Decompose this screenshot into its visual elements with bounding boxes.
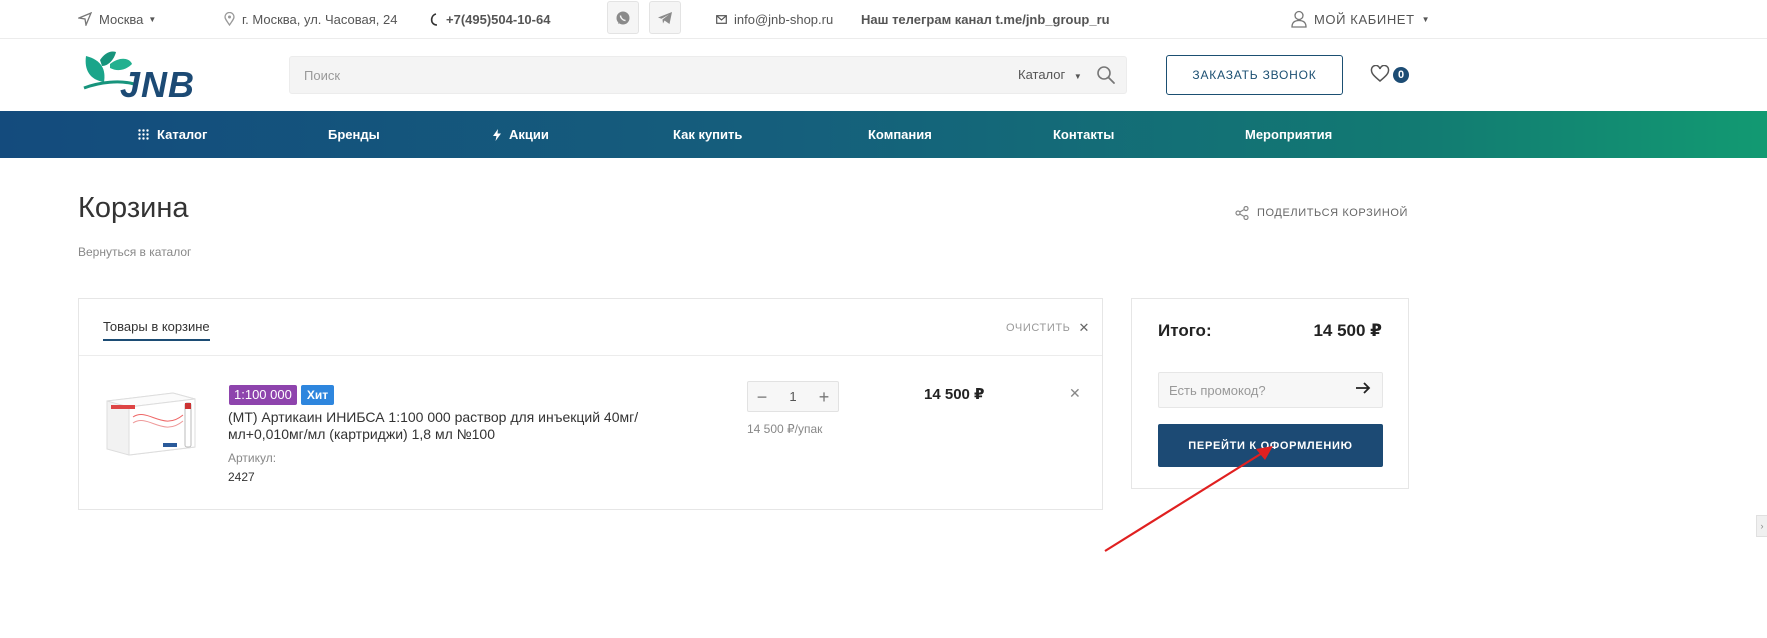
back-to-catalog-link[interactable]: Вернуться в каталог <box>78 245 191 259</box>
whatsapp-button[interactable] <box>607 1 639 34</box>
phone-link[interactable]: +7(495)504-10-64 <box>430 0 550 38</box>
nav-item-label: Как купить <box>673 127 743 142</box>
article-label: Артикул: <box>228 451 277 465</box>
red-arrow-icon <box>1104 446 1273 552</box>
phone-icon <box>430 12 438 26</box>
cart-items-panel: Товары в корзине ОЧИСТИТЬ ✕ 1:100 000 Хи… <box>78 298 1103 510</box>
whatsapp-icon <box>616 11 630 24</box>
apply-promo-button[interactable] <box>1355 381 1371 400</box>
nav-item-how-to-buy[interactable]: Как купить <box>673 111 742 158</box>
search-icon <box>1097 66 1115 84</box>
search-bar: Каталог ▼ <box>289 56 1127 94</box>
caret-down-icon: ▼ <box>1421 14 1431 24</box>
favorites-button[interactable]: 0 <box>1370 64 1410 87</box>
grid-dots-icon <box>138 129 149 140</box>
order-call-label: ЗАКАЗАТЬ ЗВОНОК <box>1192 68 1317 82</box>
user-icon <box>1291 10 1307 28</box>
nav-item-label: Каталог <box>157 127 208 142</box>
map-pin-icon <box>224 12 235 26</box>
page-title: Корзина <box>78 192 189 224</box>
quantity-stepper: − 1 + <box>747 381 839 412</box>
close-icon: ✕ <box>1069 385 1081 401</box>
store-address: г. Москва, ул. Часовая, 24 <box>224 0 398 38</box>
search-input[interactable] <box>304 65 904 85</box>
hit-badge: Хит <box>300 385 335 405</box>
heart-icon <box>1370 64 1390 82</box>
phone-number: +7(495)504-10-64 <box>446 11 551 27</box>
product-name-link[interactable]: (МТ) Артикаин ИНИБСА 1:100 000 раствор д… <box>228 409 683 443</box>
divider <box>79 355 1102 356</box>
lightning-icon <box>493 128 501 141</box>
share-icon <box>1235 206 1249 220</box>
share-cart-button[interactable]: ПОДЕЛИТЬСЯ КОРЗИНОЙ <box>1235 206 1408 220</box>
search-button[interactable] <box>1096 65 1116 90</box>
total-value: 14 500 ₽ <box>1313 321 1382 340</box>
telegram-button[interactable] <box>649 1 681 34</box>
search-category-select[interactable]: Каталог ▼ <box>1018 67 1082 82</box>
side-panel-toggle[interactable]: › <box>1756 515 1767 537</box>
mail-icon <box>716 14 727 24</box>
city-name: Москва <box>99 11 144 27</box>
nav-item-catalog[interactable]: Каталог <box>138 111 207 158</box>
annotation-arrow <box>1095 440 1285 560</box>
close-icon: ✕ <box>1078 320 1090 335</box>
product-box-image <box>106 392 196 456</box>
nav-item-brands[interactable]: Бренды <box>328 111 380 158</box>
nav-item-label: Мероприятия <box>1245 127 1333 142</box>
promo-code-field <box>1158 372 1383 408</box>
location-arrow-icon <box>78 12 92 26</box>
search-category-label: Каталог <box>1018 67 1066 82</box>
quantity-increase-button[interactable]: + <box>813 386 835 408</box>
ratio-badge: 1:100 000 <box>229 385 297 405</box>
nav-item-label: Бренды <box>328 127 380 142</box>
address-text: г. Москва, ул. Часовая, 24 <box>242 11 398 27</box>
caret-down-icon: ▼ <box>148 14 157 24</box>
my-cabinet-label: МОЙ КАБИНЕТ <box>1314 11 1415 27</box>
arrow-right-icon <box>1356 382 1371 394</box>
tab-cart-items[interactable]: Товары в корзине <box>103 319 210 341</box>
total-label: Итого: <box>1158 321 1212 340</box>
share-cart-label: ПОДЕЛИТЬСЯ КОРЗИНОЙ <box>1257 207 1409 219</box>
article-value: 2427 <box>228 470 255 484</box>
telegram-icon <box>658 11 672 24</box>
quantity-value[interactable]: 1 <box>778 389 808 404</box>
caret-down-icon: ▼ <box>1073 72 1082 81</box>
promo-code-input[interactable] <box>1169 381 1339 399</box>
leaf-logo-icon: JNB <box>83 51 195 105</box>
nav-item-company[interactable]: Компания <box>868 111 932 158</box>
order-call-button[interactable]: ЗАКАЗАТЬ ЗВОНОК <box>1166 55 1343 95</box>
top-bar: Москва ▼ г. Москва, ул. Часовая, 24 +7(4… <box>0 0 1767 39</box>
chevron-right-icon: › <box>1760 521 1764 531</box>
my-cabinet-menu[interactable]: МОЙ КАБИНЕТ ▼ <box>1291 0 1430 38</box>
quantity-decrease-button[interactable]: − <box>751 386 773 408</box>
nav-item-events[interactable]: Мероприятия <box>1245 111 1332 158</box>
clear-cart-label: ОЧИСТИТЬ <box>1006 322 1071 334</box>
nav-item-contacts[interactable]: Контакты <box>1053 111 1114 158</box>
email-text: info@jnb-shop.ru <box>734 11 834 27</box>
clear-cart-button[interactable]: ОЧИСТИТЬ ✕ <box>1006 320 1090 336</box>
nav-item-label: Акции <box>509 127 549 142</box>
telegram-channel-link[interactable]: Наш телеграм канал t.me/jnb_group_ru <box>861 0 1110 38</box>
logo-text: JNB <box>120 64 195 100</box>
product-image[interactable] <box>103 387 199 459</box>
nav-item-label: Контакты <box>1053 127 1115 142</box>
unit-price: 14 500 ₽/упак <box>747 422 823 436</box>
item-total-price: 14 500 ₽ <box>924 386 985 403</box>
email-link[interactable]: info@jnb-shop.ru <box>716 0 833 38</box>
nav-item-label: Компания <box>868 127 932 142</box>
remove-item-button[interactable]: ✕ <box>1069 385 1081 402</box>
city-selector[interactable]: Москва ▼ <box>78 0 156 38</box>
telegram-channel-text: Наш телеграм канал t.me/jnb_group_ru <box>861 11 1110 27</box>
nav-item-promotions[interactable]: Акции <box>493 111 549 158</box>
jnb-logo[interactable]: JNB <box>80 48 230 105</box>
main-navigation: Каталог Бренды Акции Как купить Компания… <box>0 111 1767 158</box>
favorites-count-badge: 0 <box>1393 67 1409 83</box>
product-badges: 1:100 000 Хит <box>229 385 335 405</box>
